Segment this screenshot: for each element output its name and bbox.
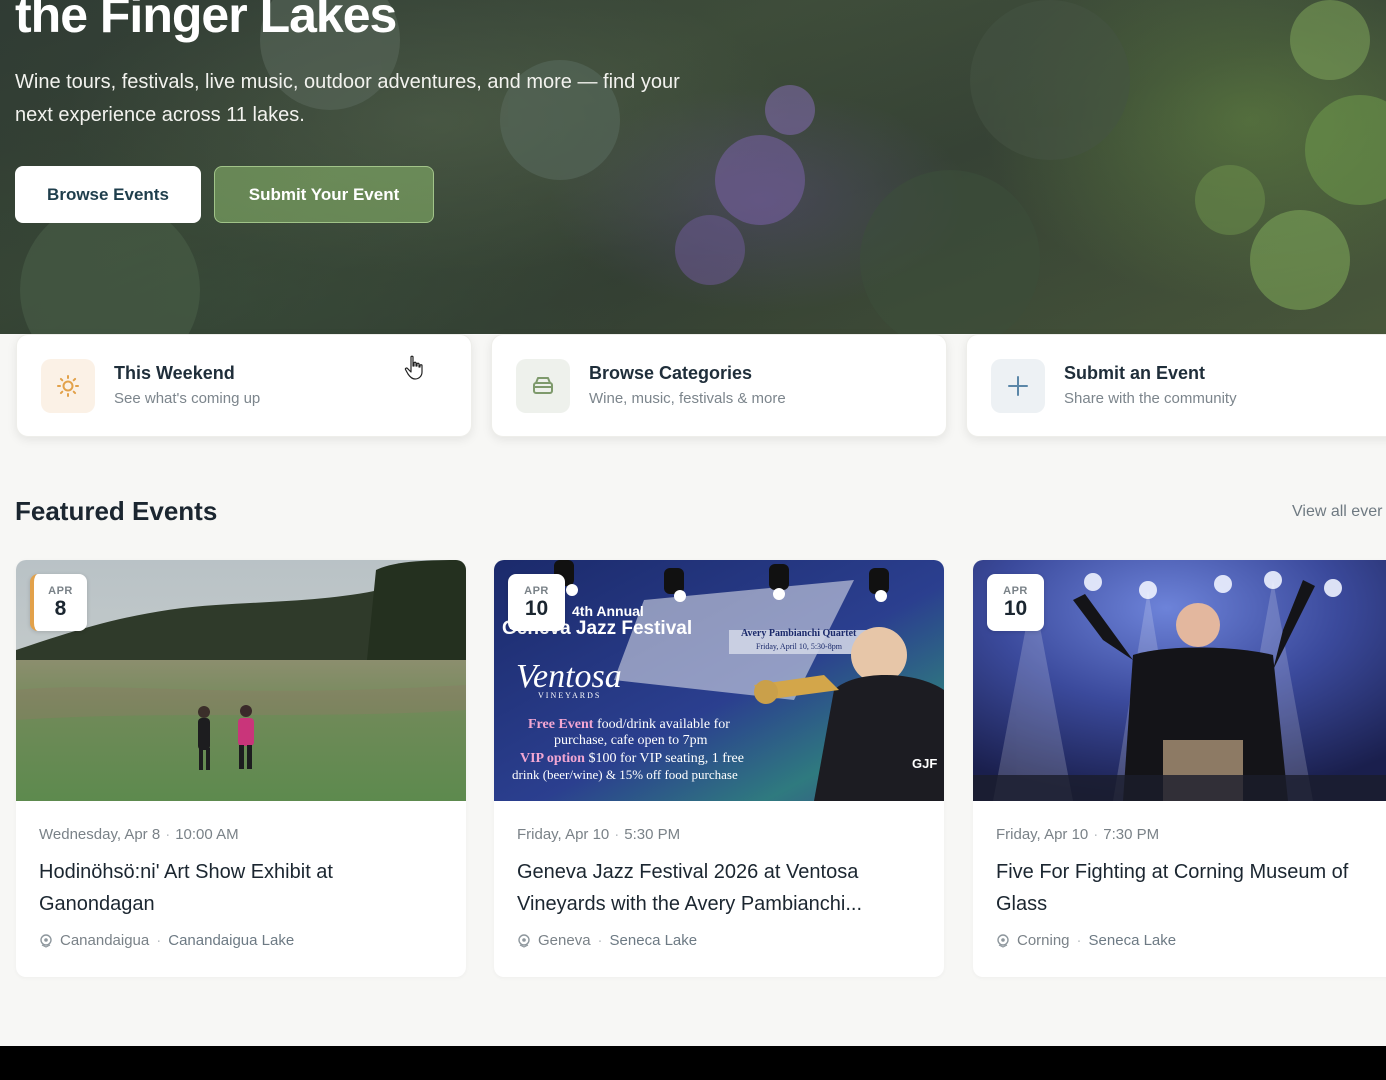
event-datetime: Friday, Apr 10 · 5:30 PM (517, 826, 681, 843)
event-town: Geneva (538, 932, 591, 949)
event-lake: Seneca Lake (609, 932, 698, 949)
event-image: APR 8 (16, 560, 466, 801)
jazz-annual-text: 4th Annual (572, 603, 644, 619)
event-card[interactable]: 4th Annual Geneva Jazz Festival Avery Pa… (494, 560, 944, 977)
event-time: 10:00 AM (175, 826, 239, 843)
location-pin-icon (518, 933, 530, 948)
featured-events-title: Featured Events (15, 496, 218, 526)
submit-event-button[interactable]: Submit Your Event (214, 166, 434, 223)
event-date-badge: APR 10 (987, 574, 1044, 631)
event-month: APR (524, 585, 549, 597)
hero-section: the Finger Lakes Wine tours, festivals, … (0, 0, 1386, 334)
event-month: APR (48, 585, 73, 597)
event-title[interactable]: Geneva Jazz Festival 2026 at Ventosa Vin… (517, 856, 917, 920)
event-date-badge: APR 10 (508, 574, 565, 631)
quick-link-subtitle: See what's coming up (114, 390, 261, 407)
event-time: 5:30 PM (624, 826, 681, 843)
sun-icon (41, 359, 95, 413)
event-image: 4th Annual Geneva Jazz Festival Avery Pa… (494, 560, 944, 801)
event-town: Canandaigua (60, 932, 150, 949)
jazz-info-line-1: Free Event food/drink available for (528, 717, 730, 732)
location-pin-icon (40, 933, 52, 948)
event-town: Corning (1017, 932, 1070, 949)
ventosa-logo-sub: VINEYARDS (538, 691, 602, 700)
event-location: Geneva · Seneca Lake (517, 932, 697, 949)
event-day: 10 (524, 597, 549, 620)
quick-link-this-weekend[interactable]: This Weekend See what's coming up (16, 334, 472, 437)
event-day: 8 (54, 597, 67, 620)
event-title[interactable]: Five For Fighting at Corning Museum of G… (996, 856, 1386, 920)
hand-pointer-cursor-icon (404, 355, 423, 380)
event-image: APR 10 (973, 560, 1386, 801)
event-date: Friday, Apr 10 (996, 826, 1089, 843)
page: the Finger Lakes Wine tours, festivals, … (0, 0, 1386, 1046)
event-time: 7:30 PM (1103, 826, 1160, 843)
event-lake: Canandaigua Lake (168, 932, 295, 949)
event-location: Corning · Seneca Lake (996, 932, 1176, 949)
event-date: Friday, Apr 10 (517, 826, 610, 843)
event-date: Wednesday, Apr 8 (39, 826, 161, 843)
jazz-quartet-text: Avery Pambianchi Quartet (741, 628, 857, 639)
bottom-black-bar (0, 1046, 1386, 1080)
event-datetime: Wednesday, Apr 8 · 10:00 AM (39, 826, 239, 843)
view-all-events-link[interactable]: View all ever (1292, 503, 1382, 521)
event-location: Canandaigua · Canandaigua Lake (39, 932, 294, 949)
wine-glass-icon (516, 359, 570, 413)
quick-link-title: Submit an Event (1064, 363, 1206, 383)
plus-icon (991, 359, 1045, 413)
event-date-badge: APR 8 (30, 574, 87, 631)
hero-title: the Finger Lakes (15, 0, 397, 43)
event-card[interactable]: APR 8 Wednesday, Apr 8 · 10:00 AM Hodinöhs… (16, 560, 466, 977)
browse-events-button[interactable]: Browse Events (15, 166, 201, 223)
quick-link-browse-categories[interactable]: Browse Categories Wine, music, festivals… (491, 334, 947, 437)
hero-background-image (20, 0, 1386, 334)
quick-link-submit-event[interactable]: Submit an Event Share with the community (966, 334, 1386, 437)
quick-link-title: Browse Categories (589, 363, 753, 383)
jazz-info-line-4: drink (beer/wine) & 15% off food purchas… (512, 767, 738, 782)
quick-link-title: This Weekend (114, 363, 235, 383)
quick-link-subtitle: Share with the community (1064, 390, 1237, 407)
event-datetime: Friday, Apr 10 · 7:30 PM (996, 826, 1160, 843)
event-month: APR (1003, 585, 1028, 597)
event-day: 10 (1003, 597, 1028, 620)
jazz-quartet-date: Friday, April 10, 5:30-8pm (756, 642, 842, 651)
quick-link-subtitle: Wine, music, festivals & more (589, 390, 786, 407)
jazz-info-line-3: VIP option $100 for VIP seating, 1 free (520, 751, 744, 766)
gjf-badge-text: GJF (912, 756, 938, 771)
location-pin-icon (997, 933, 1009, 948)
event-card[interactable]: APR 10 Friday, Apr 10 · 7:30 PM Five For F… (973, 560, 1386, 977)
event-lake: Seneca Lake (1088, 932, 1177, 949)
hero-subtitle: Wine tours, festivals, live music, outdo… (15, 71, 680, 126)
event-title[interactable]: Hodinöhsö:ni' Art Show Exhibit at Ganond… (39, 856, 439, 920)
jazz-info-line-2: purchase, cafe open to 7pm (554, 733, 708, 748)
